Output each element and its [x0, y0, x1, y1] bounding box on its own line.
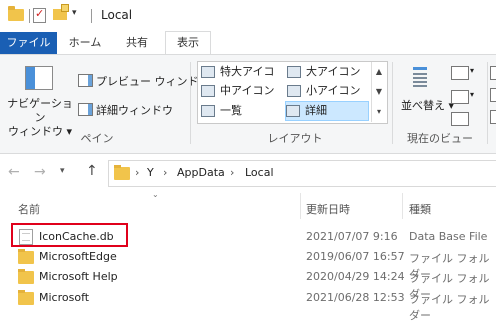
layout-item-label: 中アイコン: [220, 84, 275, 97]
more-icon[interactable]: ▾: [372, 102, 386, 122]
sort-label: 並べ替え: [401, 99, 445, 112]
new-folder-icon[interactable]: [53, 4, 69, 20]
preview-pane-icon: [78, 74, 93, 87]
file-modified: 2019/06/07 16:57: [306, 250, 405, 263]
large-icons-icon: [287, 66, 301, 78]
chevron-down-icon[interactable]: ▾: [470, 90, 474, 99]
file-type: ファイル フォルダー: [409, 293, 490, 322]
breadcrumb-item[interactable]: AppData: [177, 166, 225, 179]
group-separator: [392, 62, 393, 144]
size-columns-icon[interactable]: [451, 112, 469, 126]
chevron-right-icon[interactable]: ›: [163, 166, 167, 179]
properties-icon[interactable]: [33, 7, 46, 23]
file-modified: 2020/04/29 14:24: [306, 270, 405, 283]
layout-extra-large-icons[interactable]: 特大アイコン: [201, 63, 285, 96]
tab-share[interactable]: 共有: [115, 32, 159, 54]
chevron-down-icon[interactable]: ▼: [372, 82, 386, 102]
group-separator: [487, 62, 488, 144]
up-icon[interactable]: ↑: [86, 163, 98, 179]
table-row[interactable]: MicrosoftEdge 2019/06/07 16:57 ファイル フォルダ…: [14, 247, 496, 281]
add-columns-icon[interactable]: [451, 90, 469, 104]
extra-large-icons-icon: [201, 66, 215, 78]
layout-details[interactable]: 詳細: [285, 101, 369, 121]
sort-indicator-icon: ⌄: [152, 190, 159, 199]
folder-icon: [18, 249, 34, 264]
table-row[interactable]: Microsoft 2021/06/28 12:53 ファイル フォルダー: [14, 288, 496, 322]
details-pane-button[interactable]: 詳細ウィンドウ: [96, 102, 173, 118]
window-title: Local: [101, 8, 133, 22]
folder-icon: [114, 165, 130, 180]
layout-gallery: 特大アイコン 大アイコン 中アイコン 小アイコン 一覧 詳細: [197, 61, 388, 124]
forward-icon[interactable]: →: [34, 164, 46, 180]
layout-item-label: 小アイコン: [306, 84, 361, 97]
column-header-type[interactable]: 種類: [409, 201, 431, 217]
navigation-pane-button[interactable]: ナビゲーション ウィンドウ ▾: [6, 97, 74, 139]
group-label-current-view: 現在のビュー: [407, 132, 473, 145]
group-label-pane: ペイン: [80, 132, 114, 145]
sort-icon[interactable]: [408, 65, 432, 89]
folder-icon: [18, 269, 34, 284]
file-name: MicrosoftEdge: [39, 250, 117, 263]
layout-item-label: 一覧: [220, 104, 242, 117]
file-modified: 2021/07/07 9:16: [306, 230, 398, 243]
file-name: Microsoft Help: [39, 270, 118, 283]
checkbox-icon[interactable]: [490, 110, 496, 124]
file-type: Data Base File: [409, 230, 488, 243]
folder-icon: [8, 6, 24, 21]
layout-item-label: 大アイコン: [306, 65, 361, 78]
chevron-up-icon[interactable]: ▲: [372, 62, 386, 82]
separator: [29, 9, 30, 23]
breadcrumb-item[interactable]: Y: [147, 166, 154, 179]
highlight-box: [11, 223, 128, 247]
folder-icon: [18, 290, 34, 305]
medium-icons-icon: [201, 85, 215, 97]
column-header-name[interactable]: 名前: [18, 201, 40, 217]
details-pane-icon: [78, 103, 93, 116]
chevron-right-icon[interactable]: ›: [230, 166, 234, 179]
file-modified: 2021/06/28 12:53: [306, 291, 405, 304]
tab-file[interactable]: ファイル: [0, 32, 57, 54]
preview-pane-button[interactable]: プレビュー ウィンドウ: [96, 73, 210, 89]
details-icon: [286, 105, 300, 117]
chevron-right-icon[interactable]: ›: [135, 166, 139, 179]
separator: [91, 9, 92, 23]
group-label-layout: レイアウト: [267, 132, 323, 145]
group-separator: [190, 62, 191, 144]
navigation-pane-label-2: ウィンドウ: [7, 125, 63, 138]
recent-locations-icon[interactable]: ▾: [60, 166, 65, 176]
table-row[interactable]: Microsoft Help 2020/04/29 14:24 ファイル フォル…: [14, 267, 496, 301]
navigation-pane-icon[interactable]: [25, 66, 53, 90]
checkbox-icon[interactable]: [490, 66, 496, 80]
back-icon[interactable]: ←: [8, 164, 20, 180]
layout-medium-icons[interactable]: 中アイコン: [201, 82, 285, 100]
list-icon: [201, 105, 215, 117]
file-name: Microsoft: [39, 291, 90, 304]
layout-item-label: 詳細: [305, 104, 327, 117]
layout-small-icons[interactable]: 小アイコン: [287, 82, 371, 100]
column-header-modified[interactable]: 更新日時: [306, 201, 350, 217]
group-by-icon[interactable]: [451, 66, 469, 80]
customize-quick-access-icon[interactable]: ▾: [72, 8, 82, 22]
sort-button[interactable]: 並べ替え ▾: [401, 97, 454, 113]
column-separator[interactable]: [402, 193, 403, 219]
layout-large-icons[interactable]: 大アイコン: [287, 63, 371, 81]
chevron-down-icon[interactable]: ▾: [470, 66, 474, 75]
gallery-scroll[interactable]: ▲ ▼ ▾: [371, 62, 386, 122]
tab-home[interactable]: ホーム: [60, 32, 110, 54]
checkbox-icon[interactable]: [490, 88, 496, 102]
column-separator[interactable]: [300, 193, 301, 219]
chevron-down-icon: ▾: [66, 125, 73, 138]
tab-view[interactable]: 表示: [165, 31, 211, 54]
layout-list[interactable]: 一覧: [201, 102, 285, 120]
breadcrumb-item[interactable]: Local: [245, 166, 274, 179]
small-icons-icon: [287, 85, 301, 97]
navigation-pane-label: ナビゲーション: [7, 97, 73, 124]
